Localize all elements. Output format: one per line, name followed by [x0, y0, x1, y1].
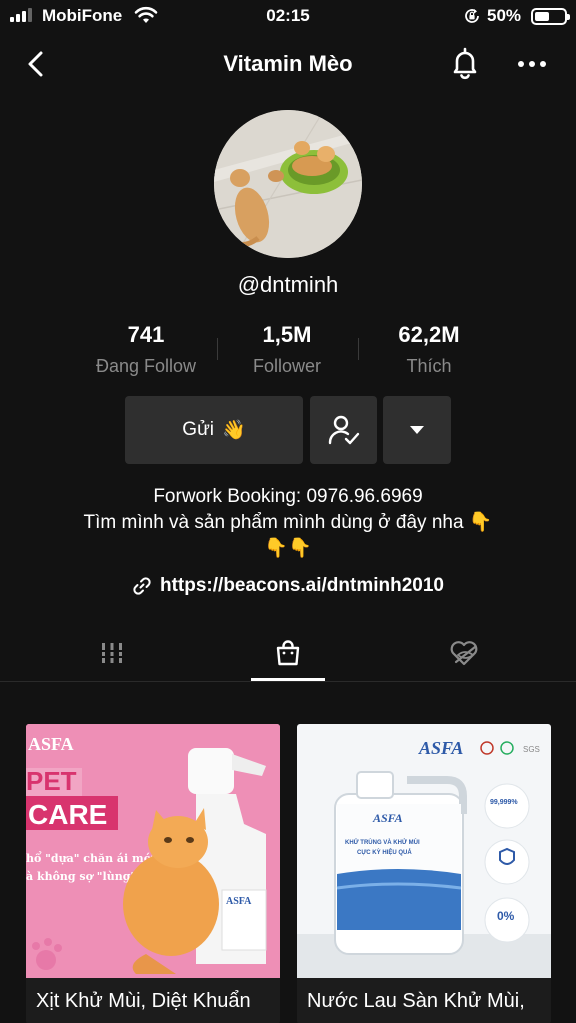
bell-icon[interactable] — [446, 46, 484, 82]
bio-link-text: https://beacons.ai/dntminh2010 — [160, 575, 444, 596]
product-brand: ASFA — [372, 811, 403, 825]
message-button-label: Gửi — [182, 419, 215, 440]
active-tab-indicator — [251, 678, 325, 681]
svg-text:0%: 0% — [497, 909, 515, 923]
profile-stats: 741 Đang Follow 1,5M Follower 62,2M Thíc… — [0, 322, 576, 382]
link-icon — [133, 577, 151, 595]
product-tagline: à không sợ "lùng" — [26, 870, 136, 883]
stat-likes-value: 62,2M — [398, 322, 460, 347]
jug-text: CỰC KỲ HIỆU QUẢ — [357, 848, 412, 856]
tab-liked[interactable] — [368, 624, 560, 682]
avatar-cats-photo — [214, 110, 362, 258]
liked-hidden-icon — [450, 641, 478, 666]
tab-videos[interactable] — [16, 624, 208, 682]
back-arrow-icon[interactable] — [20, 48, 52, 80]
more-options-icon[interactable] — [514, 52, 550, 76]
bio-link[interactable]: https://beacons.ai/dntminh2010 — [0, 575, 576, 597]
product-card[interactable]: ASFA PET CARE hổ "dựa" chăn ái mới à khô… — [26, 724, 280, 1023]
stat-following-label: Đang Follow — [95, 356, 197, 376]
message-button[interactable]: Gửi 👋 — [125, 396, 303, 464]
waving-hand-emoji: 👋 — [222, 420, 246, 441]
stat-followers-value: 1,5M — [262, 322, 312, 347]
product-headline: PET — [26, 766, 77, 796]
username: @dntminh — [237, 272, 339, 297]
bio-line: 👇👇 — [264, 538, 312, 559]
jug-text: KHỬ TRÙNG VÀ KHỬ MÙI — [345, 839, 420, 846]
stat-likes[interactable]: 62,2M Thích — [354, 322, 504, 377]
profile-tabs — [0, 624, 576, 682]
product-card[interactable]: ASFA SGS ASFA KHỬ TRÙNG VÀ KHỬ MÙI CỰC K… — [297, 724, 551, 1023]
svg-text:SGS: SGS — [523, 745, 540, 754]
stat-followers[interactable]: 1,5M Follower — [212, 322, 362, 377]
stat-likes-label: Thích — [406, 356, 452, 376]
bio-line: Forwork Booking: 0976.96.6969 — [153, 486, 423, 507]
caret-down-icon — [410, 426, 424, 434]
following-status-button[interactable] — [310, 396, 377, 464]
product-tagline: hổ "dựa" chăn ái mới — [26, 851, 155, 865]
stat-following-value: 741 — [127, 322, 165, 347]
product-image: ASFA PET CARE hổ "dựa" chăn ái mới à khô… — [26, 724, 280, 978]
rotation-lock-icon — [465, 9, 479, 23]
stat-followers-label: Follower — [252, 356, 322, 376]
bio-line: Tìm mình và sản phẩm mình dùng ở đây nha… — [83, 512, 493, 533]
avatar[interactable] — [214, 110, 362, 258]
floor-cleaner-photo: ASFA SGS ASFA KHỬ TRÙNG VÀ KHỬ MÙI CỰC K… — [297, 724, 551, 978]
status-bar: MobiFone 02:15 50% — [0, 0, 576, 32]
product-brand: ASFA — [226, 896, 252, 907]
shopping-bag-icon — [276, 640, 300, 666]
svg-text:99,999%: 99,999% — [490, 799, 518, 806]
battery-percent: 50% — [487, 6, 522, 25]
product-headline: CARE — [28, 799, 107, 830]
profile-header: Vitamin Mèo — [0, 40, 576, 88]
page-title: Vitamin Mèo — [223, 51, 353, 76]
battery-icon — [531, 8, 570, 25]
product-title: Nước Lau Sàn Khử Mùi, — [307, 990, 525, 1012]
product-image: ASFA SGS ASFA KHỬ TRÙNG VÀ KHỬ MÙI CỰC K… — [297, 724, 551, 978]
grid-icon — [100, 643, 124, 663]
suggested-accounts-button[interactable] — [383, 396, 451, 464]
product-title: Xịt Khử Mùi, Diệt Khuẩn — [36, 990, 251, 1012]
user-check-icon — [328, 415, 359, 445]
profile-bio: Forwork Booking: 0976.96.6969 Tìm mình v… — [0, 484, 576, 562]
product-brand: ASFA — [28, 734, 74, 754]
product-brand: ASFA — [418, 738, 463, 758]
tab-shop[interactable] — [192, 624, 384, 682]
pet-care-spray-photo: ASFA PET CARE hổ "dựa" chăn ái mới à khô… — [26, 724, 280, 978]
stat-following[interactable]: 741 Đang Follow — [71, 322, 221, 377]
